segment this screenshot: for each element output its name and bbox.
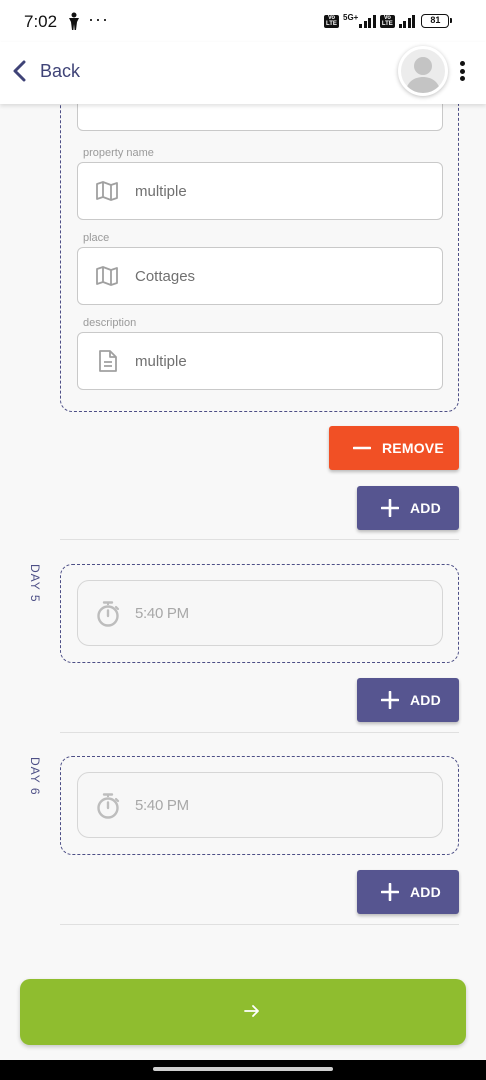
app-header: Back xyxy=(0,42,486,104)
stopwatch-icon xyxy=(97,793,120,819)
divider xyxy=(60,539,459,540)
more-options-icon[interactable] xyxy=(456,59,468,83)
person-icon xyxy=(69,12,79,30)
status-indicators: Vo LTE 5G+ Vo LTE 81 xyxy=(324,12,453,30)
time-field[interactable]: 5:40 PM xyxy=(77,580,443,646)
place-label: place xyxy=(83,232,110,244)
add-label: ADD xyxy=(410,884,441,900)
time-value: 5:40 PM xyxy=(135,797,189,814)
back-button[interactable]: Back xyxy=(12,56,80,86)
next-button[interactable] xyxy=(20,979,466,1045)
status-time: 7:02 xyxy=(24,12,58,31)
minus-icon xyxy=(353,446,371,450)
map-icon xyxy=(96,181,118,201)
stopwatch-icon xyxy=(97,601,120,627)
description-field[interactable]: multiple xyxy=(77,332,443,390)
plus-icon xyxy=(381,691,399,709)
arrow-right-icon xyxy=(244,1005,259,1017)
plus-icon xyxy=(381,499,399,517)
signal-icon-2 xyxy=(398,14,416,28)
activity-card: property name multiple place Cottages de… xyxy=(60,104,459,412)
back-label: Back xyxy=(40,60,81,81)
day-label: DAY 5 xyxy=(28,564,42,603)
remove-button[interactable]: REMOVE xyxy=(329,426,459,470)
battery-icon: 81 xyxy=(421,14,453,28)
add-button[interactable]: ADD xyxy=(357,678,459,722)
divider xyxy=(60,732,459,733)
time-field[interactable]: 5:40 PM xyxy=(77,772,443,838)
volte-icon: Vo LTE xyxy=(324,14,339,28)
signal-icon xyxy=(359,14,376,28)
divider xyxy=(60,924,459,925)
add-label: ADD xyxy=(410,692,441,708)
property-name-label: property name xyxy=(83,147,154,159)
day-card: 5:40 PM xyxy=(60,756,459,855)
hidden-field[interactable] xyxy=(77,104,443,131)
add-button[interactable]: ADD xyxy=(357,870,459,914)
place-field[interactable]: Cottages xyxy=(77,247,443,305)
network-type: 5G+ xyxy=(343,12,359,22)
add-button[interactable]: ADD xyxy=(357,486,459,530)
system-nav-bar xyxy=(0,1060,486,1080)
description-value: multiple xyxy=(135,352,187,370)
status-more-dots: ··· xyxy=(88,9,109,29)
home-gesture-handle[interactable] xyxy=(153,1067,333,1071)
volte-icon-2: Vo LTE xyxy=(379,14,395,28)
day-label: DAY 6 xyxy=(28,757,42,796)
document-icon xyxy=(99,350,117,372)
add-label: ADD xyxy=(410,500,441,516)
remove-label: REMOVE xyxy=(382,440,444,456)
description-label: description xyxy=(83,317,137,329)
map-icon xyxy=(96,266,118,286)
itinerary-content[interactable]: property name multiple place Cottages de… xyxy=(0,104,486,1060)
user-icon xyxy=(405,57,441,93)
day-card: 5:40 PM xyxy=(60,564,459,663)
chevron-left-icon xyxy=(13,60,26,82)
time-value: 5:40 PM xyxy=(135,605,189,622)
plus-icon xyxy=(381,883,399,901)
place-value: Cottages xyxy=(135,267,196,285)
avatar[interactable] xyxy=(398,46,448,96)
status-bar: 7:02 ··· Vo LTE 5G+ Vo LTE 81 xyxy=(0,0,486,42)
property-name-field[interactable]: multiple xyxy=(77,162,443,220)
property-name-value: multiple xyxy=(135,182,187,200)
